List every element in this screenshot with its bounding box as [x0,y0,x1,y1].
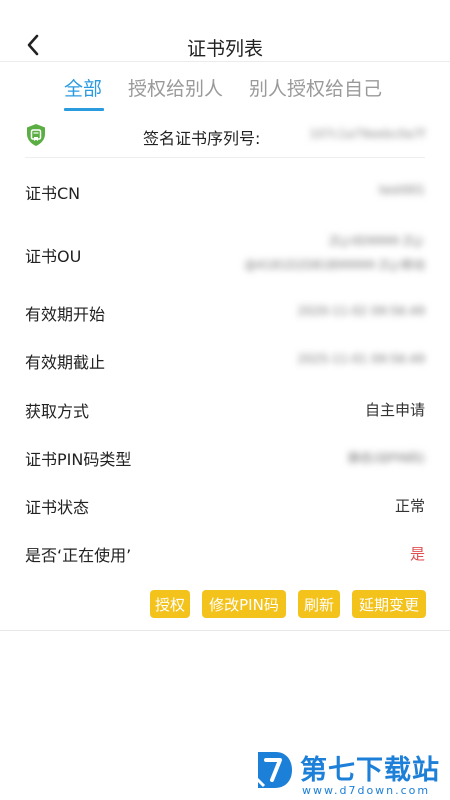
serial-label: 签名证书序列号: [143,129,261,148]
modify-pin-button[interactable]: 修改PIN码 [202,590,286,618]
header-bar: 证书列表 [0,0,450,62]
authorize-button[interactable]: 授权 [150,590,190,618]
tab-granted-to-self[interactable]: 别人授权给自己 [249,74,382,101]
ou-value-line2: @4181D2D81B99999 ZLJ-移动 [244,258,426,272]
status-value: 正常 [394,497,425,515]
watermark-name: 第七下载站 [300,755,440,786]
serial-value: 107c1a79eebc0a7f [309,127,425,141]
certificate-list-page: 证书列表 全部 授权给别人 别人授权给自己 签名证书序列号: 107c1a79e… [0,0,450,800]
cn-label: 证书CN [25,184,81,203]
cn-value: test001 [379,183,425,197]
certificate-shield-icon [27,124,45,146]
refresh-button[interactable]: 刷新 [298,590,340,618]
valid-to-label: 有效期截止 [25,353,106,372]
valid-to-value: 2025-11-01 09:56:49 [297,352,425,366]
page-title: 证书列表 [186,38,263,60]
ou-value-line1: ZLJ-0D9999 ZLJ- [329,234,425,248]
valid-from-label: 有效期开始 [25,305,106,324]
site-watermark: 第七下载站 www.d7down.com [254,748,450,800]
tab-all[interactable]: 全部 [64,74,102,101]
pin-type-label: 证书PIN码类型 [25,450,132,469]
ou-label: 证书OU [25,247,82,266]
valid-from-value: 2020-11-02 09:56:49 [297,304,425,318]
pin-type-value: 静态(动PIN码) [347,451,425,465]
bottom-divider [0,630,450,631]
active-tab-indicator [64,108,104,111]
in-use-label: 是否‘正在使用’ [25,546,132,565]
watermark-url: www.d7down.com [302,784,431,797]
status-label: 证书状态 [25,498,90,517]
in-use-value: 是 [409,545,425,563]
acquire-method-value: 自主申请 [364,401,425,419]
action-button-row: 授权 修改PIN码 刷新 延期变更 [0,590,450,620]
extend-change-button[interactable]: 延期变更 [352,590,426,618]
d7down-logo-icon [254,752,292,788]
serial-row[interactable]: 签名证书序列号: 107c1a79eebc0a7f [25,118,425,158]
tab-bar: 全部 授权给别人 别人授权给自己 [0,68,450,112]
tab-granted-to-others[interactable]: 授权给别人 [128,74,223,101]
acquire-method-label: 获取方式 [25,402,90,421]
